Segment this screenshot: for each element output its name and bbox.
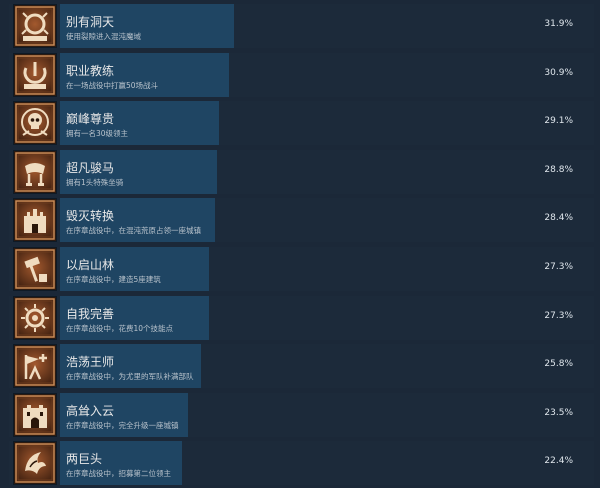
- achievement-description: 使用裂隙进入混沌魔域: [66, 32, 141, 41]
- achievement-title: 别有洞天: [66, 15, 115, 29]
- unlock-percent: 27.3%: [544, 262, 573, 272]
- achievement-list: 别有洞天使用裂隙进入混沌魔域 31.9% 职业教练在一场战役中打赢50场战斗 30.9…: [0, 0, 600, 488]
- achievement-row: 职业教练在一场战役中打赢50场战斗 30.9%: [9, 52, 594, 97]
- fortress-icon: [13, 392, 57, 437]
- achievement-title: 职业教练: [66, 63, 115, 78]
- achievement-description: 在序章战役中，为尤里的军队补满部队: [66, 372, 194, 382]
- chaos-wreath-icon: [13, 4, 57, 48]
- unlock-percent: 29.1%: [544, 116, 573, 127]
- achievement-row: 超凡骏马拥有1头特殊坐骑 28.8%: [9, 149, 594, 194]
- achievement-title: 高耸入云: [66, 403, 115, 418]
- achievement-description: 在序章战役中，招募第二位领主: [66, 469, 171, 479]
- achievement-description: 在序章战役中，在混沌荒原占领一座城镇: [66, 226, 201, 236]
- unlock-percent: 28.4%: [544, 213, 573, 224]
- achievement-row: 别有洞天使用裂隙进入混沌魔域 31.9%: [9, 4, 594, 48]
- achievement-description: 在序章战役中，花费10个技能点: [66, 323, 174, 333]
- achievement-description: 在一场战役中打赢50场战斗: [66, 80, 159, 90]
- unlock-percent: 30.9%: [544, 67, 573, 78]
- ruined-castle-icon: [13, 198, 57, 243]
- unlock-percent: 23.5%: [544, 407, 573, 418]
- achievement-row: 自我完善在序章战役中，花费10个技能点 27.3%: [9, 295, 594, 340]
- sun-ring-icon: [13, 295, 57, 340]
- achievement-title: 浩荡王师: [66, 355, 115, 370]
- unlock-percent: 31.9%: [544, 19, 573, 29]
- unlock-percent: 25.8%: [544, 359, 573, 370]
- achievement-title: 巅峰尊贵: [66, 112, 115, 127]
- power-sigil-icon: [13, 52, 57, 97]
- unlock-percent: 28.8%: [544, 164, 573, 175]
- achievement-description: 在序章战役中，建造5座建筑: [66, 275, 161, 284]
- achievement-row: 浩荡王师在序章战役中，为尤里的军队补满部队 25.8%: [9, 344, 594, 389]
- achievement-title: 以启山林: [66, 258, 115, 272]
- banner-plus-icon: [13, 344, 57, 389]
- achievement-description: 拥有一名30级领主: [66, 129, 129, 139]
- achievement-row: 以启山林在序章战役中，建造5座建筑 27.3%: [9, 247, 594, 291]
- achievement-row: 巅峰尊贵拥有一名30级领主 29.1%: [9, 101, 594, 146]
- skull-emblem-icon: [13, 101, 57, 146]
- achievement-row: 毁灭转换在序章战役中，在混沌荒原占领一座城镇 28.4%: [9, 198, 594, 243]
- achievement-title: 毁灭转换: [66, 209, 115, 224]
- unlock-percent: 22.4%: [544, 456, 573, 467]
- achievement-title: 超凡骏马: [66, 160, 115, 175]
- achievement-description: 在序章战役中，完全升级一座城镇: [66, 420, 179, 430]
- achievement-title: 两巨头: [66, 452, 103, 467]
- achievement-row: 高耸入云在序章战役中，完全升级一座城镇 23.5%: [9, 392, 594, 437]
- hammer-icon: [13, 247, 57, 291]
- achievement-row: 两巨头在序章战役中，招募第二位领主 22.4%: [9, 441, 594, 486]
- achievement-title: 自我完善: [66, 306, 115, 321]
- achievement-description: 拥有1头特殊坐骑: [66, 177, 124, 187]
- unlock-percent: 27.3%: [544, 310, 573, 321]
- claw-icon: [13, 441, 57, 486]
- saddle-icon: [13, 149, 57, 194]
